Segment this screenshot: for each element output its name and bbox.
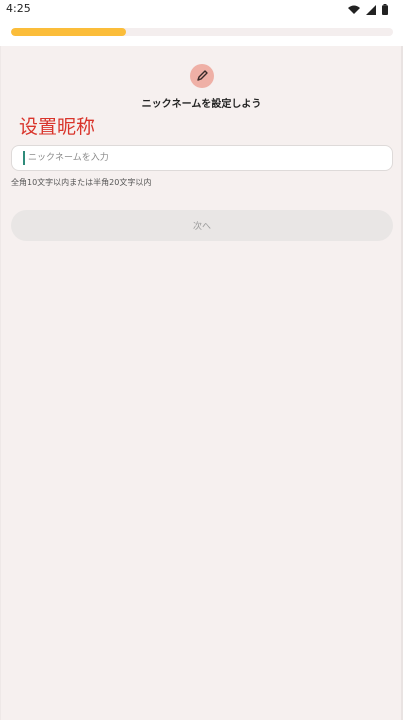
battery-icon (382, 0, 388, 19)
top-area: 4:25 (0, 0, 403, 46)
text-caret (23, 151, 25, 165)
nickname-field[interactable] (11, 145, 393, 171)
progress-bar (11, 28, 393, 36)
page-title: ニックネームを設定しよう (141, 99, 262, 110)
signal-icon (366, 0, 376, 19)
wifi-icon (348, 0, 360, 19)
pencil-icon (190, 64, 214, 88)
left-edge (0, 46, 1, 720)
progress-fill (11, 28, 126, 36)
nickname-input[interactable] (28, 146, 378, 170)
helper-text: 全角10文字以内または半角20文字以内 (11, 178, 152, 187)
next-button[interactable]: 次へ (11, 210, 393, 241)
status-time: 4:25 (6, 2, 31, 15)
status-icons (348, 3, 388, 15)
overlay-label: 设置昵称 (19, 116, 96, 138)
